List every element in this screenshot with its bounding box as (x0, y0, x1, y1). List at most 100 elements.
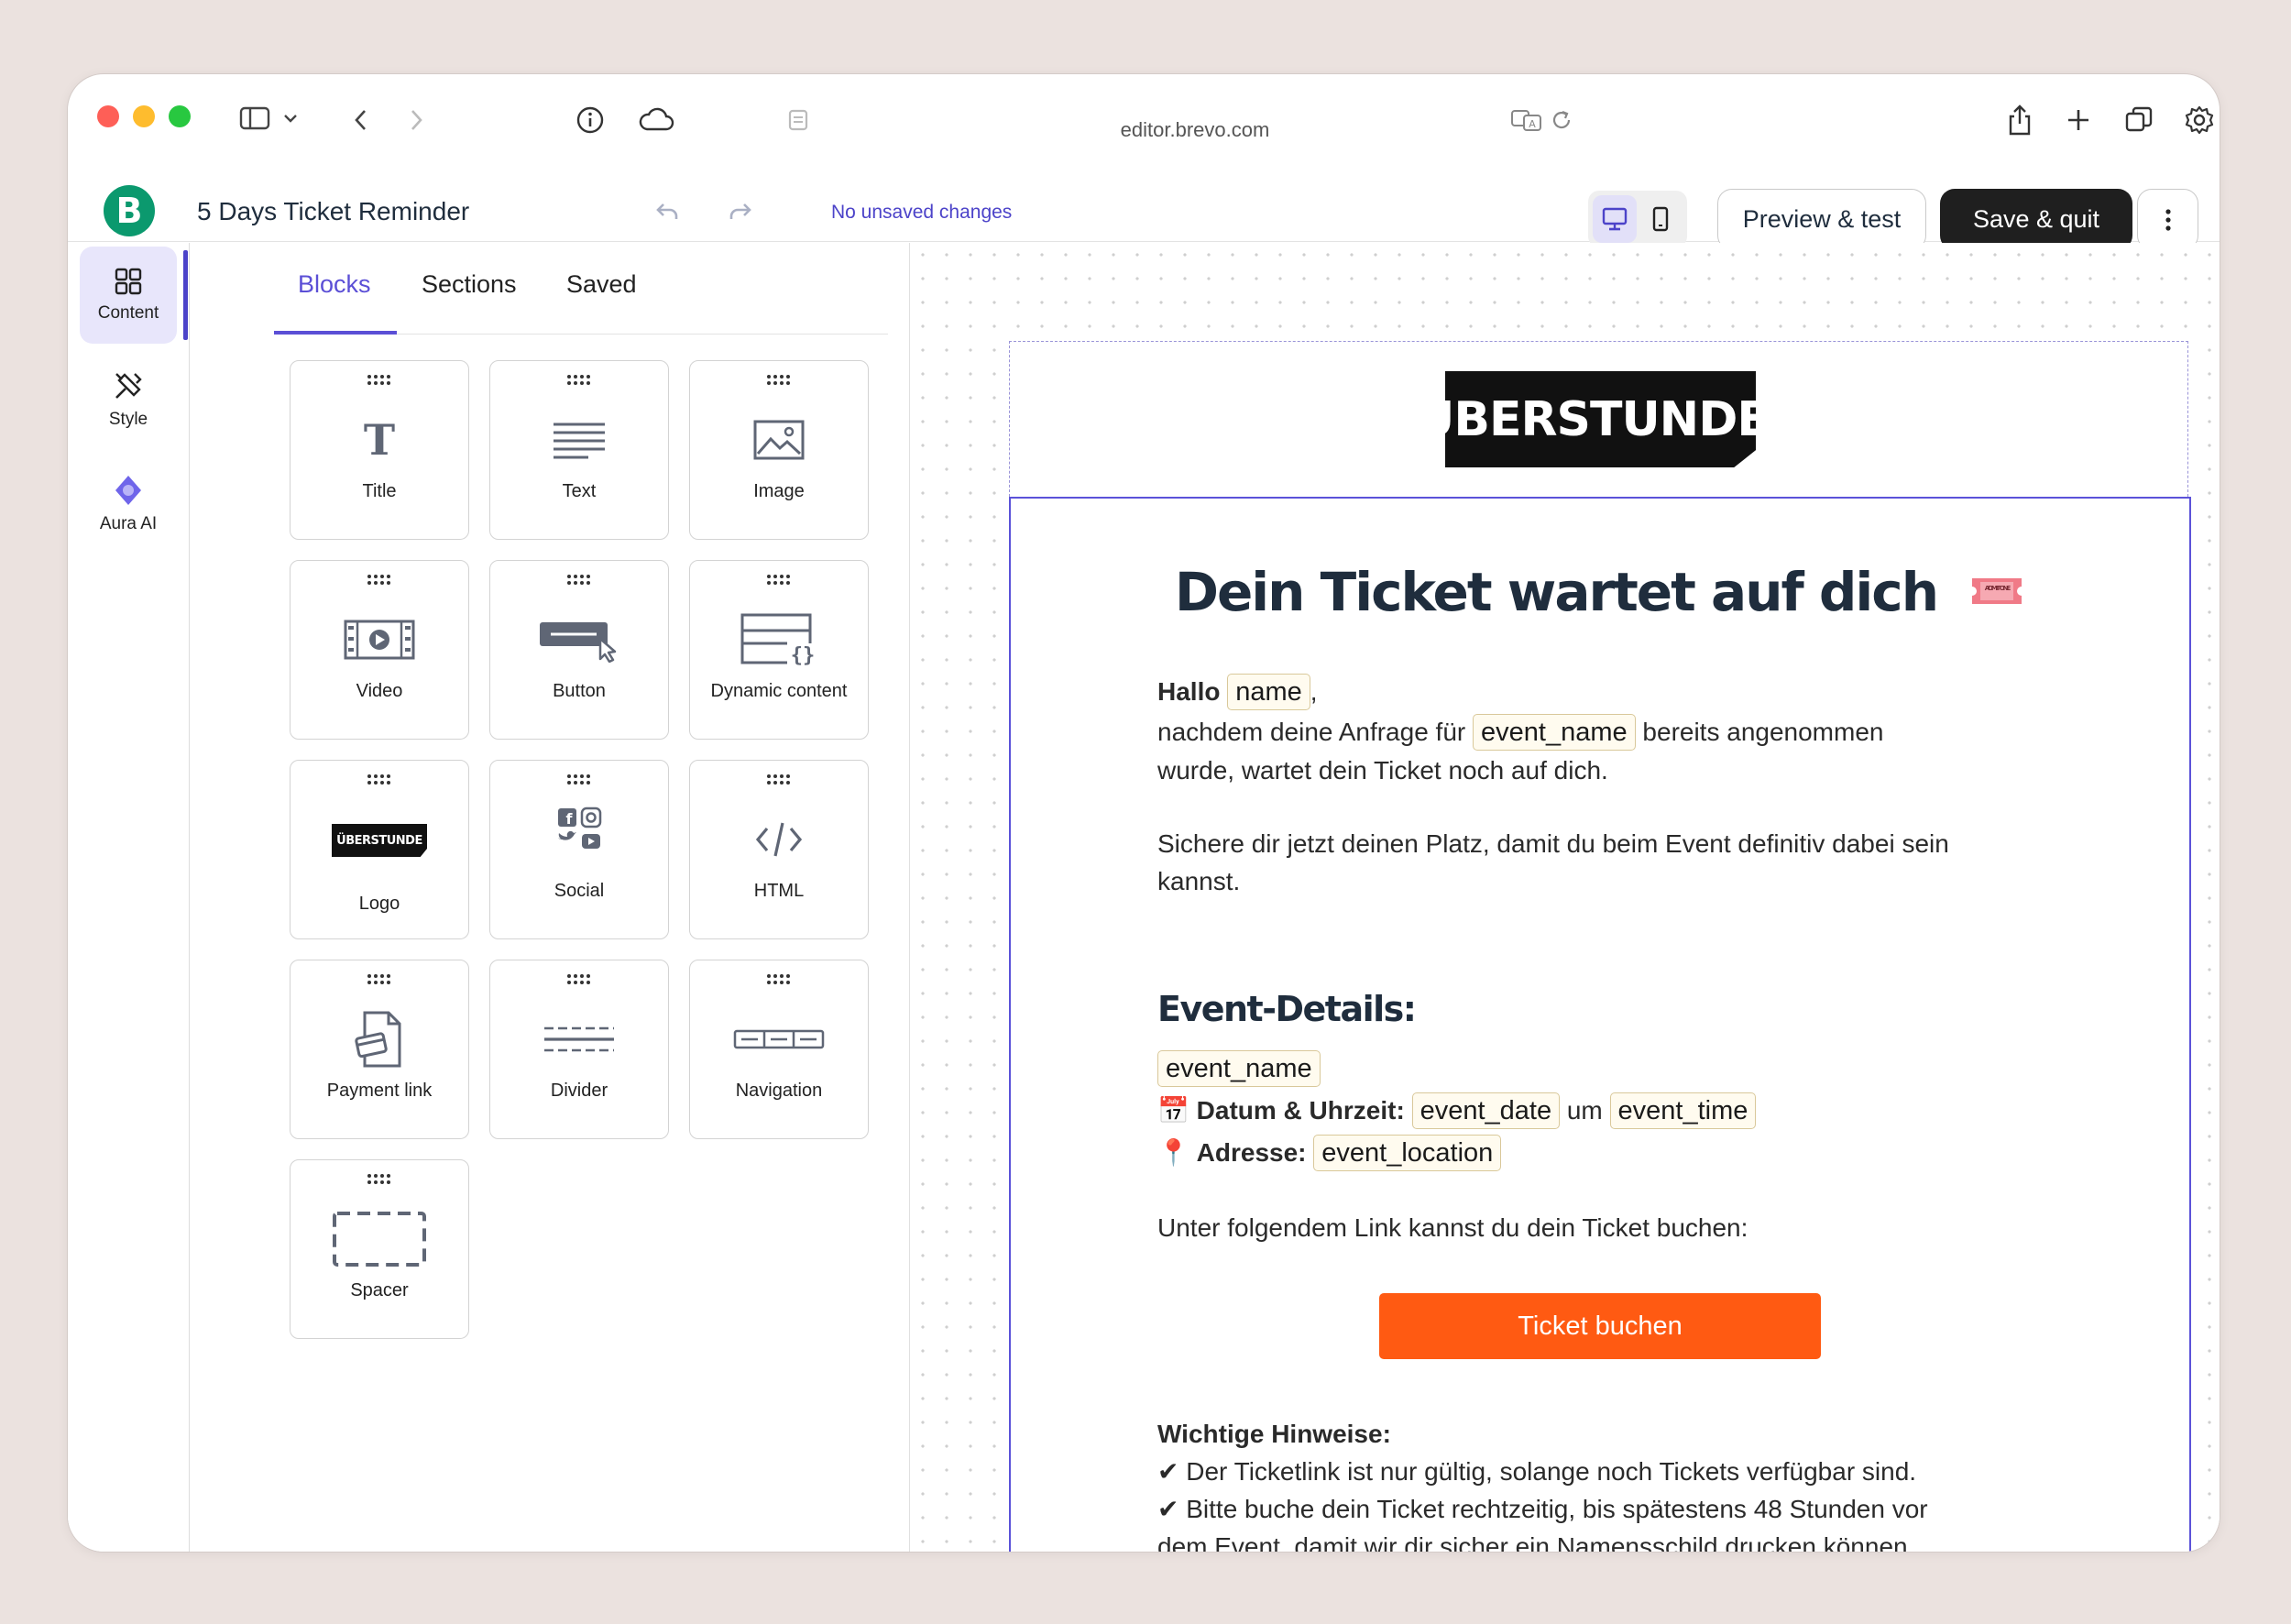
event-details-heading[interactable]: Event-Details: (1157, 989, 1417, 1029)
reload-button[interactable] (1546, 102, 1577, 138)
email-heading[interactable]: Dein Ticket wartet auf dich ADMIT ONE (1011, 561, 2189, 623)
paragraph-line-2[interactable]: kannst. (1157, 862, 1240, 901)
more-options-button[interactable] (2137, 189, 2198, 250)
email-content-section[interactable]: Dein Ticket wartet auf dich ADMIT ONE Ha… (1009, 497, 2191, 1552)
settings-button[interactable] (2179, 100, 2220, 140)
logo-text: ÜBERSTUNDE (1416, 391, 1769, 447)
email-logo-section[interactable]: ÜBERSTUNDE ® (1009, 341, 2188, 497)
button-icon (540, 622, 617, 663)
note-line-1[interactable]: ✔ Der Ticketlink ist nur gültig, solange… (1157, 1453, 1916, 1491)
sidebar-toggle-button[interactable] (228, 100, 311, 137)
page-info-button[interactable] (570, 100, 610, 140)
placeholder-event-name[interactable]: event_name (1157, 1050, 1321, 1087)
minimize-window-button[interactable] (133, 105, 155, 127)
sidebar-icon (239, 106, 270, 130)
uberstunde-logo[interactable]: ÜBERSTUNDE ® (1445, 371, 1756, 467)
drag-handle-icon (367, 375, 390, 385)
rail-item-style[interactable]: Style (80, 351, 177, 448)
block-social[interactable]: f Social (489, 760, 669, 939)
placeholder-event-time[interactable]: event_time (1609, 1092, 1757, 1129)
drag-handle-icon (567, 375, 590, 385)
divider-icon (544, 1026, 614, 1052)
block-navigation[interactable]: Navigation (689, 960, 869, 1139)
translate-button[interactable]: A (1507, 102, 1547, 138)
placeholder-event-name[interactable]: event_name (1473, 714, 1636, 751)
forward-button[interactable] (398, 102, 434, 138)
campaign-title[interactable]: 5 Days Ticket Reminder (197, 197, 469, 226)
um-text: um (1566, 1096, 1603, 1125)
device-preview-toggle (1588, 191, 1687, 247)
logo-icon: ÜBERSTUNDE (290, 817, 468, 863)
intro-line-1[interactable]: nachdem deine Anfrage für event_name ber… (1157, 713, 1883, 752)
new-tab-button[interactable] (2058, 100, 2099, 140)
browser-toolbar: editor.brevo.com A (68, 74, 2220, 166)
heading-text: Dein Ticket wartet auf dich (1174, 561, 1939, 623)
event-address-line[interactable]: 📍 Adresse: event_location (1157, 1134, 1502, 1172)
block-label: Dynamic content (710, 681, 848, 701)
block-label: Social (554, 881, 605, 901)
placeholder-name[interactable]: name (1227, 674, 1310, 710)
rail-item-label: Style (108, 410, 148, 429)
tab-sections[interactable]: Sections (422, 270, 517, 299)
active-tab-indicator (274, 331, 397, 335)
intro-line-2[interactable]: wurde, wartet dein Ticket noch auf dich. (1157, 752, 1608, 790)
pin-icon: 📍 (1157, 1138, 1189, 1167)
info-icon (576, 106, 604, 134)
desktop-view-button[interactable] (1593, 195, 1637, 243)
undo-button[interactable] (647, 193, 687, 230)
block-image[interactable]: Image (689, 360, 869, 540)
booking-link-text[interactable]: Unter folgendem Link kannst du dein Tick… (1157, 1209, 1748, 1247)
maximize-window-button[interactable] (169, 105, 191, 127)
ticket-buchen-button[interactable]: Ticket buchen (1379, 1293, 1821, 1359)
drag-handle-icon (567, 575, 590, 585)
calendar-icon: 📅 (1157, 1096, 1189, 1125)
drag-handle-icon (767, 974, 790, 984)
note-text: Bitte buche dein Ticket rechtzeitig, bis… (1186, 1495, 1928, 1523)
tab-overview-button[interactable] (2119, 100, 2159, 140)
paragraph-line-1[interactable]: Sichere dir jetzt deinen Platz, damit du… (1157, 825, 1949, 863)
greeting-text: Hallo (1157, 677, 1221, 706)
tab-saved[interactable]: Saved (566, 270, 637, 299)
rail-item-aura-ai[interactable]: Aura AI (80, 455, 177, 553)
block-video[interactable]: Video (290, 560, 469, 740)
block-title[interactable]: T Title (290, 360, 469, 540)
event-date-line[interactable]: 📅 Datum & Uhrzeit: event_date um event_t… (1157, 1092, 1757, 1130)
rail-item-content[interactable]: Content (80, 247, 177, 344)
block-text[interactable]: Text (489, 360, 669, 540)
check-icon: ✔ (1157, 1495, 1179, 1523)
translate-icon: A (1511, 110, 1541, 131)
redo-button[interactable] (720, 193, 761, 230)
block-dynamic-content[interactable]: {} Dynamic content (689, 560, 869, 740)
share-button[interactable] (2000, 98, 2040, 142)
desktop-icon (1602, 207, 1628, 231)
note-line-2[interactable]: ✔ Bitte buche dein Ticket rechtzeitig, b… (1157, 1490, 1928, 1529)
placeholder-event-location[interactable]: event_location (1313, 1135, 1502, 1171)
svg-text:ADMIT ONE: ADMIT ONE (1985, 585, 2011, 592)
active-rail-indicator (183, 250, 188, 340)
notes-heading[interactable]: Wichtige Hinweise: (1157, 1415, 1391, 1454)
title-icon: T (364, 418, 395, 462)
note-line-3[interactable]: dem Event, damit wir dir sicher ein Name… (1157, 1528, 1914, 1552)
preview-test-button[interactable]: Preview & test (1717, 189, 1926, 250)
greeting-line[interactable]: Hallo name, (1157, 673, 1318, 711)
drag-handle-icon (767, 774, 790, 785)
back-button[interactable] (343, 102, 379, 138)
brevo-logo[interactable]: B (104, 185, 155, 236)
gear-icon (2185, 105, 2214, 135)
placeholder-event-date[interactable]: event_date (1411, 1092, 1561, 1129)
drag-handle-icon (367, 1174, 390, 1184)
block-payment-link[interactable]: Payment link (290, 960, 469, 1139)
save-quit-button[interactable]: Save & quit (1940, 189, 2132, 250)
icloud-button[interactable] (634, 100, 678, 140)
close-window-button[interactable] (97, 105, 119, 127)
block-button[interactable]: Button (489, 560, 669, 740)
grid-icon (115, 268, 142, 295)
mobile-view-button[interactable] (1639, 195, 1683, 243)
event-name-line[interactable]: event_name (1157, 1049, 1321, 1088)
chevron-down-icon (284, 115, 297, 123)
block-html[interactable]: HTML (689, 760, 869, 939)
tab-blocks[interactable]: Blocks (298, 270, 371, 299)
block-spacer[interactable]: Spacer (290, 1159, 469, 1339)
block-divider[interactable]: Divider (489, 960, 669, 1139)
block-logo[interactable]: ÜBERSTUNDE Logo (290, 760, 469, 939)
